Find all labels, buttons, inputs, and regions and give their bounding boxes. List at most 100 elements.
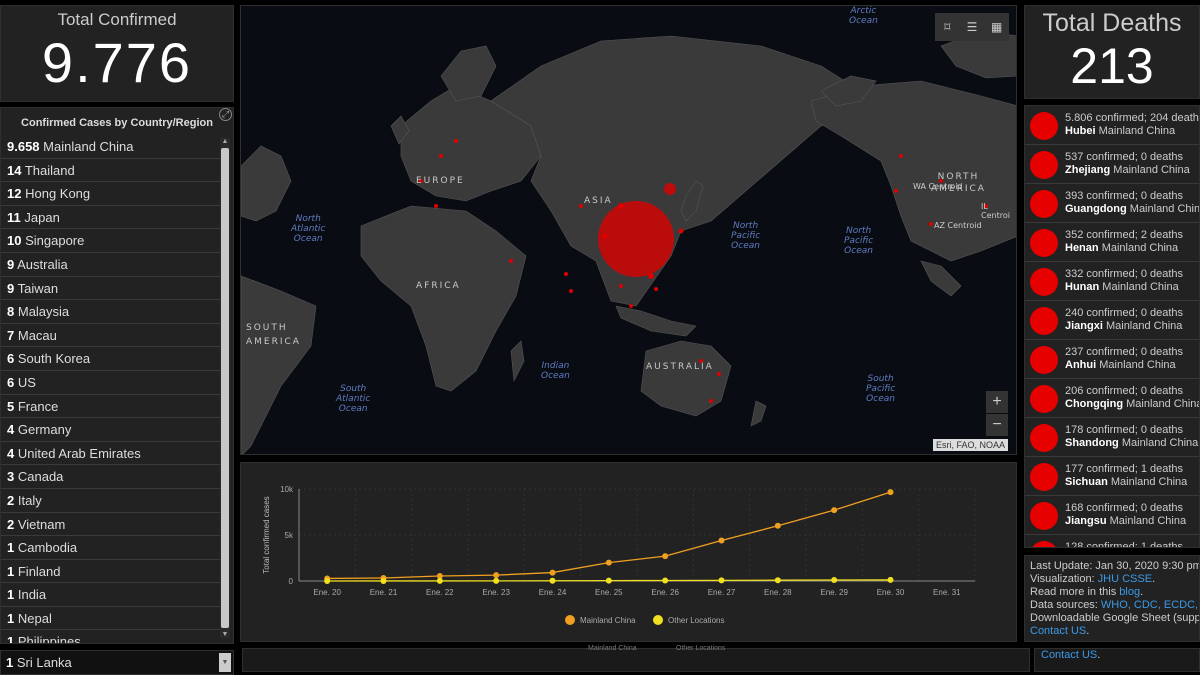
region-row[interactable]: 393 confirmed; 0 deaths Guangdong Mainlan… [1025, 184, 1199, 223]
country-row[interactable]: 9.658 Mainland China [1, 135, 221, 159]
country-row[interactable]: 1 Nepal [1, 607, 221, 631]
country-name: Finland [17, 563, 61, 579]
data-point [774, 577, 781, 584]
data-point [493, 572, 500, 579]
contact-us-link[interactable]: Contact US [1041, 649, 1097, 661]
country-row[interactable]: 8 Malaysia [1, 300, 221, 324]
legend-label: Mainland China [588, 645, 637, 652]
region-name: Anhui Mainland China [1065, 359, 1176, 371]
country-name: Nepal [17, 610, 52, 626]
contact-line: Contact US. [1030, 625, 1194, 638]
basemap-gallery-icon[interactable]: ▦ [990, 20, 1004, 34]
region-name: Jiangxi Mainland China [1065, 320, 1182, 332]
read-more-suffix: . [1140, 586, 1144, 598]
region-row[interactable]: 5.806 confirmed; 204 deaths Hubei Mainlan… [1025, 106, 1199, 145]
confirmed-cases-chart: 0 5k 10k Total confirmed cases Ene. 20 Ene. 2… [262, 485, 976, 625]
country-name: South Korea [17, 351, 91, 367]
marker-india [564, 272, 568, 276]
country-row[interactable]: 10 Singapore [1, 229, 221, 253]
scroll-down-icon[interactable]: ▼ [220, 631, 230, 638]
country-list: 9.658 Mainland China 14 Thailand 12 Hong K… [1, 135, 221, 643]
country-row[interactable]: 11 Japan [1, 206, 221, 230]
zoom-out-button[interactable]: − [986, 414, 1008, 436]
region-row[interactable]: 177 confirmed; 1 deaths Sichuan Mainland … [1025, 457, 1199, 496]
region-label: IL Centroi [981, 202, 1010, 220]
country-name: Mainland China [1098, 125, 1176, 137]
country-row[interactable]: 4 United Arab Emirates [1, 442, 221, 466]
country-row[interactable]: 2 Vietnam [1, 513, 221, 537]
continent-label: ASIA [584, 196, 613, 206]
data-sources-links[interactable]: WHO, CDC, ECDC, N [1101, 599, 1199, 611]
country-row[interactable]: 6 US [1, 371, 221, 395]
y-tick-label: 5k [285, 531, 294, 540]
country-row[interactable]: 4 Germany [1, 418, 221, 442]
region-name: Shandong Mainland China [1065, 437, 1198, 449]
country-row[interactable]: 5 France [1, 395, 221, 419]
marker-us-ca [899, 154, 903, 158]
region-row[interactable]: 168 confirmed; 0 deaths Jiangsu Mainland … [1025, 496, 1199, 535]
continent-label: AUSTRALIA [646, 362, 714, 372]
marker-beijing [664, 183, 676, 195]
region-name: Chongqing Mainland China [1065, 398, 1199, 410]
country-row[interactable]: 12 Hong Kong [1, 182, 221, 206]
contact-suffix: . [1086, 625, 1090, 637]
legend-list-icon[interactable]: ☰ [965, 20, 979, 34]
province-name: Shandong [1065, 437, 1119, 449]
country-row[interactable]: 1 Philippines [1, 630, 221, 643]
download-sheet-text: Downloadable Google Sheet (supp [1030, 612, 1200, 624]
country-name: Italy [17, 492, 42, 508]
country-row[interactable]: 1 Finland [1, 560, 221, 584]
contact-us-link[interactable]: Contact US [1030, 625, 1086, 637]
scroll-up-icon[interactable]: ▲ [220, 138, 230, 145]
country-name: Malaysia [17, 304, 70, 320]
country-row[interactable]: 14 Thailand [1, 159, 221, 183]
country-name: Singapore [25, 233, 85, 249]
zoom-in-button[interactable]: + [986, 391, 1008, 413]
country-row[interactable]: 9 Taiwan [1, 277, 221, 301]
country-count: 8 [7, 304, 15, 320]
country-row[interactable]: 6 South Korea [1, 347, 221, 371]
country-row[interactable]: 1 Cambodia [1, 536, 221, 560]
data-point [662, 553, 669, 560]
country-list-scrollbar[interactable]: ▲ ▼ [220, 138, 230, 638]
x-tick-label: Ene. 27 [708, 588, 736, 597]
region-label: WA Centroid [913, 182, 963, 191]
region-stats: 128 confirmed; 1 deaths [1065, 541, 1184, 548]
bookmark-icon[interactable]: ⌑ [940, 20, 954, 34]
blog-link[interactable]: blog [1119, 586, 1140, 598]
region-row[interactable]: 240 confirmed; 0 deaths Jiangxi Mainland … [1025, 301, 1199, 340]
world-map[interactable]: Arctic Ocean North Atlantic Ocean North … [240, 5, 1017, 455]
country-count: 1 [6, 655, 14, 670]
x-tick-label: Ene. 25 [595, 588, 623, 597]
region-row[interactable]: 206 confirmed; 0 deaths Chongqing Mainlan… [1025, 379, 1199, 418]
region-row[interactable]: 237 confirmed; 0 deaths Anhui Mainland Ch… [1025, 340, 1199, 379]
country-row[interactable]: 1 India [1, 583, 221, 607]
scrollbar-thumb[interactable] [221, 148, 229, 628]
x-tick-label: Ene. 22 [426, 588, 454, 597]
region-row[interactable]: 537 confirmed; 0 deaths Zhejiang Mainland… [1025, 145, 1199, 184]
scroll-down-icon[interactable]: ▼ [219, 653, 231, 672]
legend-marker [565, 615, 575, 625]
region-row[interactable]: 352 confirmed; 2 deaths Henan Mainland Ch… [1025, 223, 1199, 262]
sources-prefix: Data sources: [1030, 599, 1101, 611]
country-count: 12 [7, 186, 22, 202]
region-row[interactable]: 128 confirmed; 1 deaths [1025, 535, 1199, 548]
country-row[interactable]: 9 Australia [1, 253, 221, 277]
country-list-bottom-row[interactable]: 1 Sri Lanka ▼ [0, 650, 234, 675]
info-panel: Last Update: Jan 30, 2020 9:30 pm Visual… [1024, 555, 1200, 642]
country-row[interactable]: 2 Italy [1, 489, 221, 513]
data-point [549, 577, 556, 584]
expand-icon[interactable]: ⤢ [219, 108, 232, 121]
data-point [605, 559, 612, 566]
marker-uae [509, 259, 513, 263]
jhu-csse-link[interactable]: JHU CSSE [1098, 573, 1152, 585]
data-point [887, 489, 894, 496]
region-row[interactable]: 332 confirmed; 0 deaths Hunan Mainland Ch… [1025, 262, 1199, 301]
total-confirmed-value: 9.776 [41, 31, 193, 94]
data-point [380, 577, 387, 584]
country-row[interactable]: 3 Canada [1, 465, 221, 489]
country-row[interactable]: 7 Macau [1, 324, 221, 348]
marker-australia-2 [709, 399, 713, 403]
read-more-prefix: Read more in this [1030, 586, 1120, 598]
region-row[interactable]: 178 confirmed; 0 deaths Shandong Mainland… [1025, 418, 1199, 457]
